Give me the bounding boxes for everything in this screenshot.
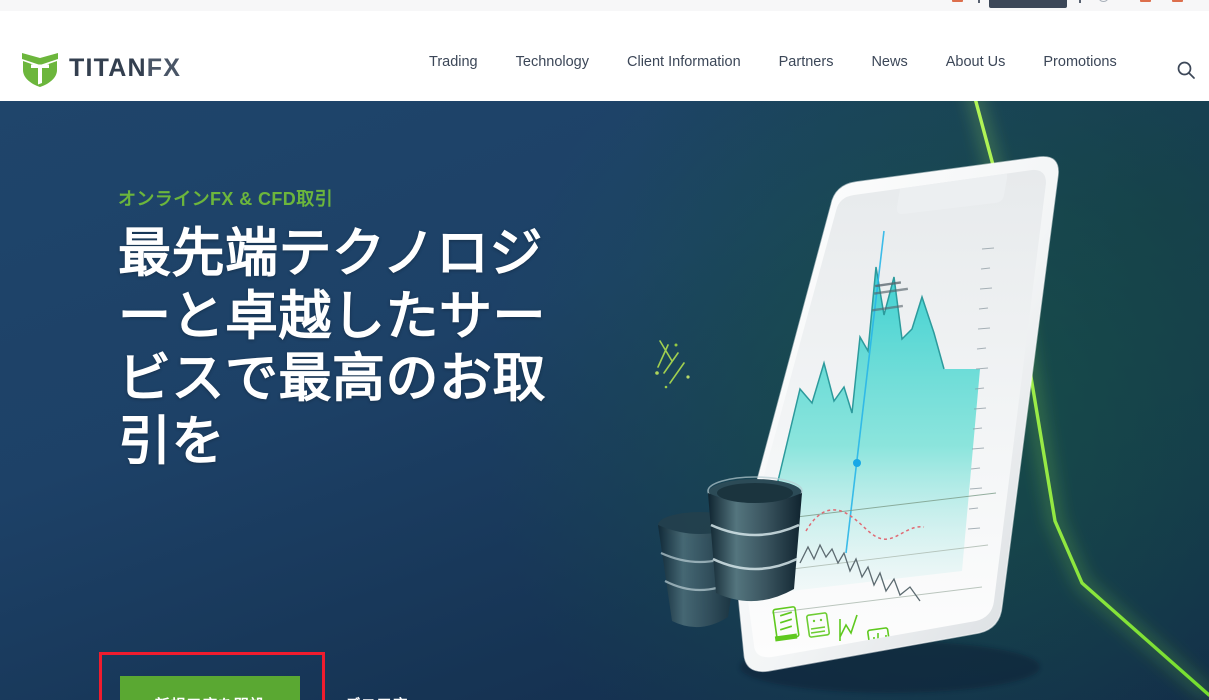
page-root: TITAN FX Trading Technology Client Inform…: [0, 0, 1209, 700]
search-button[interactable]: [1172, 56, 1200, 84]
open-live-account-button[interactable]: 新規口座を開設: [120, 676, 300, 700]
flag-icon[interactable]: [1140, 0, 1151, 2]
flag-icon[interactable]: [1172, 0, 1183, 2]
main-navigation: Trading Technology Client Information Pa…: [410, 22, 1136, 102]
cta-row: 新規口座を開設 デモ口座: [120, 676, 408, 700]
divider: [978, 0, 980, 3]
divider: [1079, 0, 1081, 3]
demo-account-link[interactable]: デモ口座: [345, 694, 408, 700]
nav-item-news[interactable]: News: [852, 22, 926, 102]
nav-item-client-information[interactable]: Client Information: [608, 22, 760, 102]
brand-wordmark-fx: FX: [146, 53, 182, 82]
nav-item-about-us[interactable]: About Us: [927, 22, 1025, 102]
hero-copy: オンラインFX & CFD取引 最先端テクノロジーと卓越したサービスで最高のお取…: [118, 185, 588, 473]
search-icon: [1177, 61, 1195, 79]
nav-item-trading[interactable]: Trading: [410, 22, 497, 102]
nav-item-technology[interactable]: Technology: [497, 22, 608, 102]
brand-wordmark: TITAN FX: [69, 53, 182, 82]
hero-banner: オンラインFX & CFD取引 最先端テクノロジーと卓越したサービスで最高のお取…: [0, 101, 1209, 700]
utility-bar: [0, 0, 1209, 11]
brand-logo[interactable]: TITAN FX: [20, 48, 181, 88]
globe-icon[interactable]: [1098, 0, 1109, 2]
hero-headline: 最先端テクノロジーと卓越したサービスで最高のお取引を: [118, 224, 546, 471]
flag-icon[interactable]: [952, 0, 963, 2]
site-header: TITAN FX Trading Technology Client Inform…: [0, 11, 1209, 101]
nav-item-promotions[interactable]: Promotions: [1024, 22, 1135, 102]
hero-eyebrow: オンラインFX & CFD取引: [118, 189, 333, 209]
nav-item-partners[interactable]: Partners: [760, 22, 853, 102]
spark-particles: [655, 340, 690, 389]
brand-wordmark-titan: TITAN: [69, 53, 147, 82]
titan-shield-icon: [22, 53, 58, 87]
login-button[interactable]: [989, 0, 1067, 8]
